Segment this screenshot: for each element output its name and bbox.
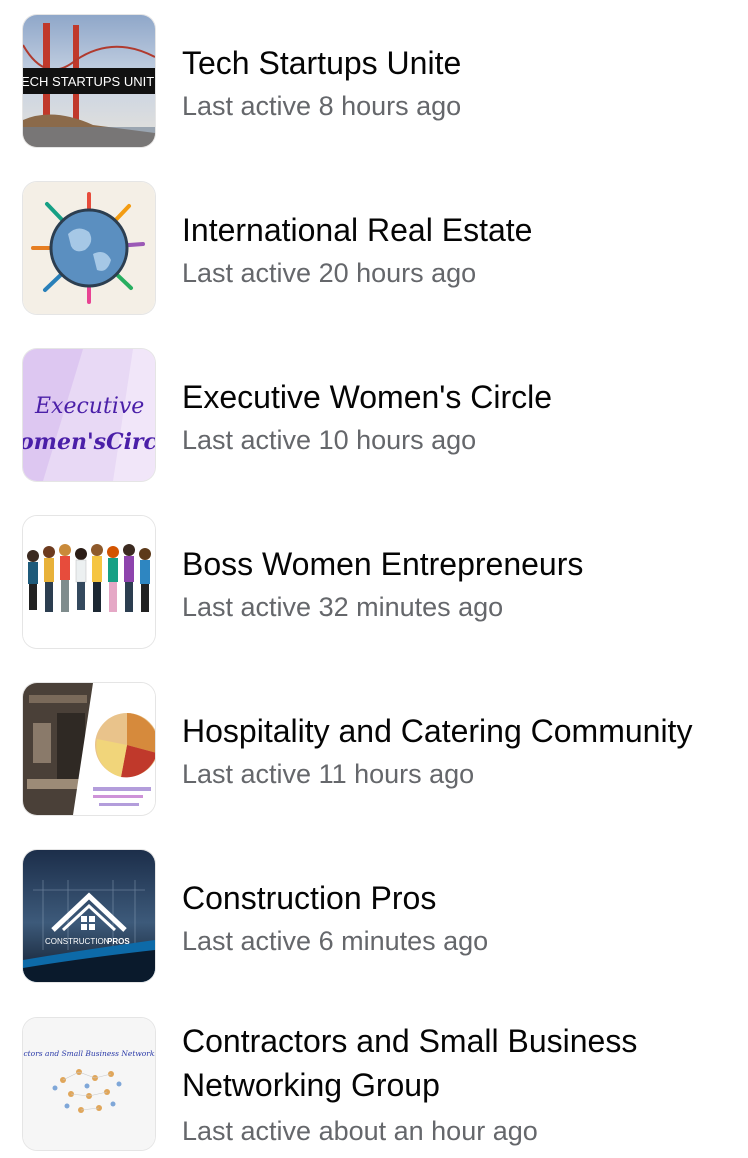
group-row-tech-startups-unite[interactable]: ECH STARTUPS UNIT Tech Startups Unite La…	[0, 14, 748, 148]
last-active-text: Last active 32 minutes ago	[182, 592, 504, 622]
house-logo-thumbnail[interactable]: CONSTRUCTION PROS	[23, 850, 155, 982]
golden-gate-bridge-thumbnail[interactable]: ECH STARTUPS UNIT	[23, 15, 155, 147]
group-row-international-real-estate[interactable]: International Real Estate Last active 20…	[0, 181, 748, 315]
group-name[interactable]: Hospitality and Catering Community	[182, 709, 744, 753]
last-active-text: Last active 10 hours ago	[182, 425, 477, 455]
group-name[interactable]: Executive Women's Circle	[182, 375, 744, 419]
group-name[interactable]: Tech Startups Unite	[182, 41, 744, 85]
thumb-caption: omen'sCirci	[23, 429, 155, 455]
network-map-thumbnail[interactable]: actors and Small Business Networking	[23, 1018, 155, 1150]
thumb-caption: CONSTRUCTION	[45, 937, 110, 946]
group-row-contractors-and-small-business-networking-group[interactable]: actors and Small Business Networking Con…	[0, 1016, 748, 1158]
group-row-construction-pros[interactable]: CONSTRUCTION PROS Construction Pros Last…	[0, 849, 748, 983]
last-active-text: Last active about an hour ago	[182, 1116, 538, 1146]
groups-list: ECH STARTUPS UNIT Tech Startups Unite La…	[0, 0, 748, 1158]
last-active-text: Last active 11 hours ago	[182, 759, 475, 789]
last-active-text: Last active 6 minutes ago	[182, 926, 489, 956]
kitchen-food-thumbnail[interactable]	[23, 683, 155, 815]
group-name[interactable]: Construction Pros	[182, 876, 744, 920]
group-name[interactable]: Boss Women Entrepreneurs	[182, 542, 744, 586]
group-row-executive-womens-circle[interactable]: Executive omen'sCirci Executive Women's …	[0, 348, 748, 482]
group-row-hospitality-and-catering-community[interactable]: Hospitality and Catering Community Last …	[0, 682, 748, 816]
globe-landmarks-thumbnail[interactable]	[23, 182, 155, 314]
last-active-text: Last active 8 hours ago	[182, 91, 462, 121]
group-name[interactable]: International Real Estate	[182, 208, 744, 252]
women-group-thumbnail[interactable]	[23, 516, 155, 648]
thumb-caption: Executive	[34, 394, 144, 419]
group-row-boss-women-entrepreneurs[interactable]: Boss Women Entrepreneurs Last active 32 …	[0, 515, 748, 649]
thumb-caption: actors and Small Business Networking	[23, 1049, 155, 1058]
last-active-text: Last active 20 hours ago	[182, 258, 477, 288]
script-lettering-thumbnail[interactable]: Executive omen'sCirci	[23, 349, 155, 481]
group-name[interactable]: Contractors and Small Business Networkin…	[182, 1019, 702, 1107]
thumb-caption: ECH STARTUPS UNIT	[23, 74, 154, 89]
